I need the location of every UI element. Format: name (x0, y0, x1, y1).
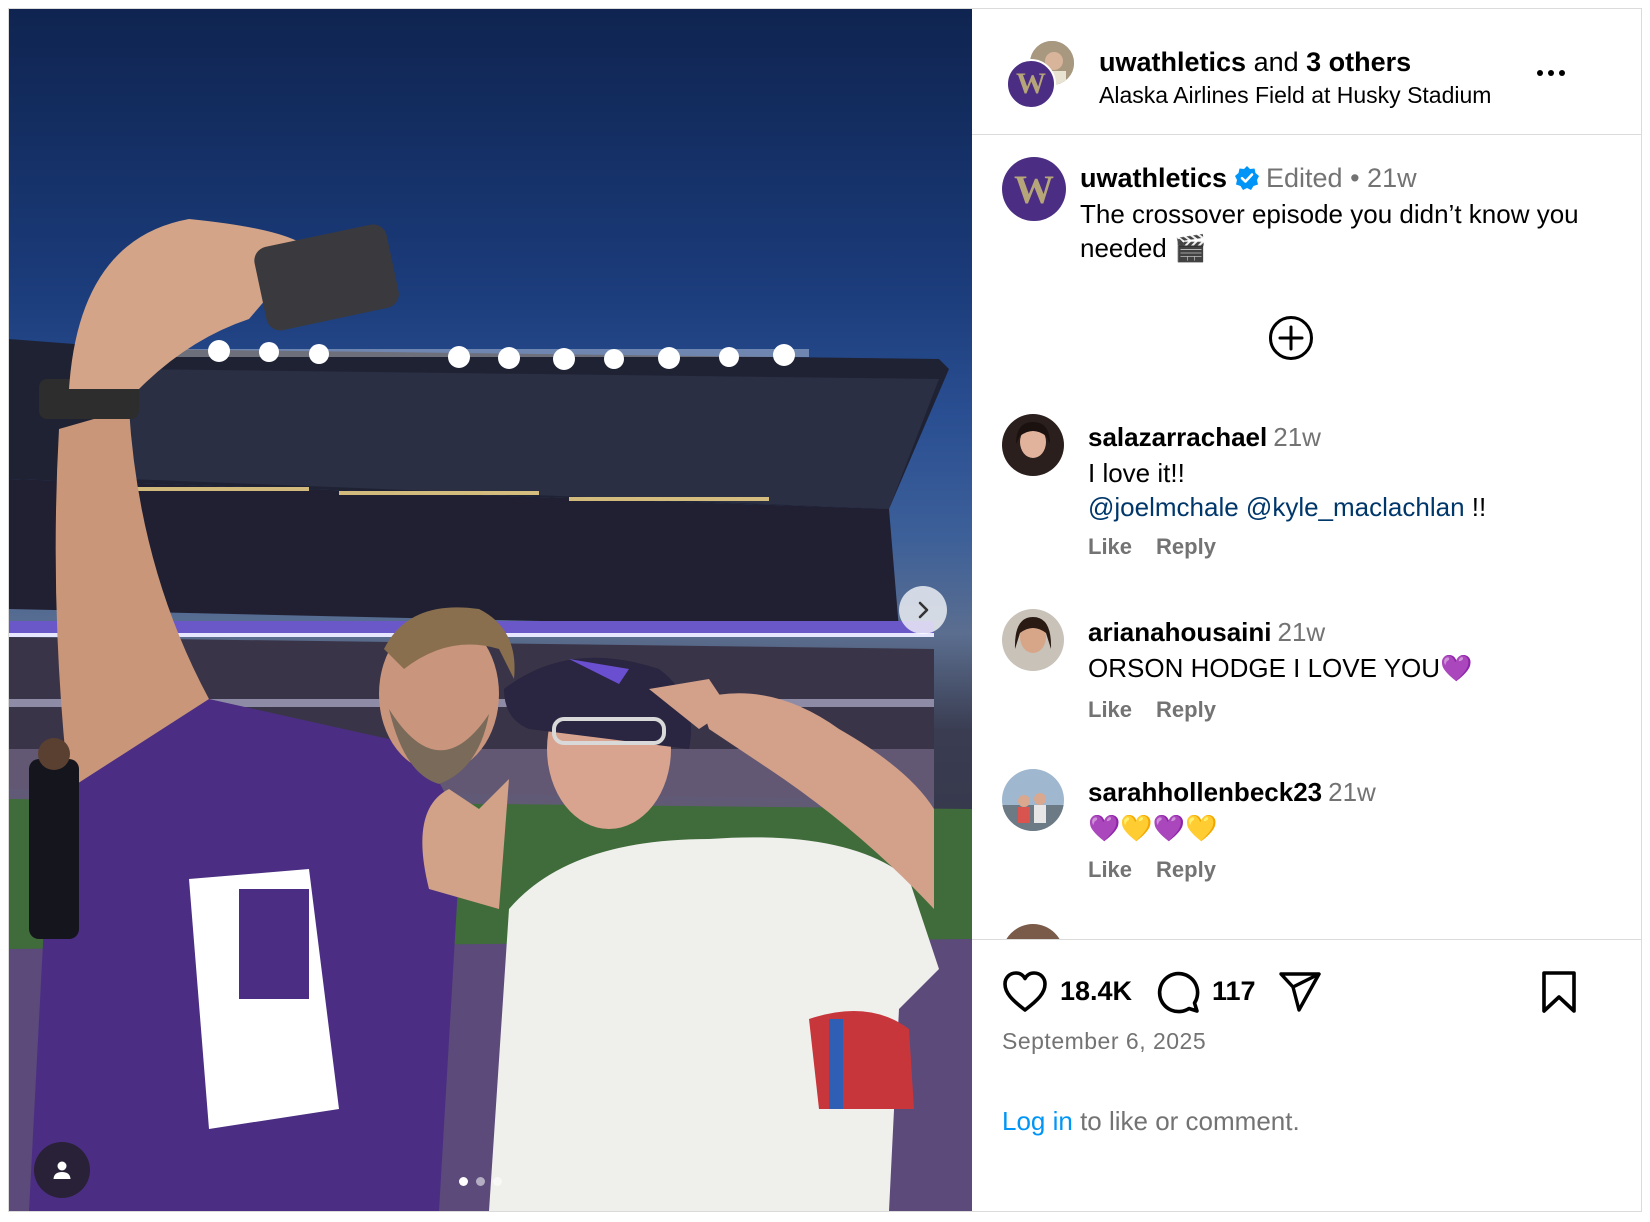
verified-badge-icon (1235, 166, 1259, 190)
w-logo: W (1014, 166, 1054, 212)
login-prompt: Log in to like or comment. (1002, 1106, 1300, 1137)
comment-mentions: @joelmchale @kyle_maclachlan !! (1088, 490, 1608, 524)
comment-header: arianahousaini 21w (1088, 617, 1325, 648)
caption-time: 21w (1367, 163, 1417, 193)
commenter-avatar[interactable] (1002, 769, 1064, 831)
commenter-avatar[interactable] (1002, 414, 1064, 476)
commenter-username[interactable]: arianahousaini (1088, 617, 1272, 647)
comment-text: I love it!! @joelmchale @kyle_maclachlan… (1088, 456, 1608, 524)
commenter-avatar[interactable] (1002, 609, 1064, 671)
comment-actions: Like Reply (1088, 857, 1216, 883)
post-photo[interactable] (9, 9, 972, 1211)
reply-button[interactable]: Reply (1156, 534, 1216, 560)
comment-time: 21w (1273, 422, 1321, 452)
mention-suffix: !! (1471, 492, 1487, 522)
post-authors: uwathletics and 3 others (1099, 47, 1411, 78)
comment-time: 21w (1277, 617, 1326, 647)
w-logo: W (1016, 67, 1046, 100)
uwathletics-avatar: W (1006, 59, 1056, 109)
others-link[interactable]: 3 others (1306, 47, 1411, 77)
comment-actions: Like Reply (1088, 697, 1216, 723)
heart-icon[interactable] (1002, 970, 1048, 1014)
mention-link[interactable]: @joelmchale (1088, 492, 1239, 522)
next-image-button[interactable] (899, 586, 947, 634)
share-icon[interactable] (1278, 970, 1322, 1014)
bookmark-icon[interactable] (1540, 970, 1578, 1014)
commenter-username[interactable]: salazarrachael (1088, 422, 1267, 452)
carousel-dot-1 (459, 1177, 468, 1186)
commenter-avatar[interactable] (1002, 924, 1064, 939)
more-dot-icon (1559, 70, 1565, 76)
post-date: September 6, 2025 (1002, 1028, 1207, 1054)
comment-icon[interactable] (1156, 970, 1200, 1014)
photo-scene (9, 219, 972, 1211)
collab-avatars[interactable]: W (1006, 39, 1076, 109)
like-count[interactable]: 18.4K (1060, 976, 1132, 1007)
more-options-button[interactable] (1537, 63, 1577, 83)
caption-username[interactable]: uwathletics (1080, 163, 1227, 194)
comment-body: 💜💛💜💛 (1088, 813, 1218, 843)
meta-separator: • (1350, 163, 1360, 193)
mention-link[interactable]: @kyle_maclachlan (1246, 492, 1465, 522)
like-comment-button[interactable]: Like (1088, 697, 1132, 723)
like-comment-button[interactable]: Like (1088, 857, 1132, 883)
carousel-indicator (459, 1177, 502, 1186)
commenter-photo (1002, 769, 1064, 831)
comment-actions: Like Reply (1088, 534, 1216, 560)
comment-time: 21w (1328, 777, 1376, 807)
tagged-users-button[interactable] (34, 1142, 90, 1198)
comment-header: sarahhollenbeck23 21w (1088, 777, 1376, 808)
comments-list[interactable]: salazarrachael 21w I love it!! @joelmchal… (972, 404, 1641, 939)
login-prompt-text: to like or comment. (1072, 1106, 1300, 1136)
caption-text: The crossover episode you didn’t know yo… (1080, 199, 1579, 263)
login-link[interactable]: Log in (1002, 1106, 1073, 1136)
post-sidebar: W uwathletics and 3 others Alaska Airlin… (972, 9, 1641, 1211)
comment-header: salazarrachael 21w (1088, 422, 1321, 453)
chevron-right-icon (918, 601, 929, 619)
carousel-dot-3 (493, 1177, 502, 1186)
caption-meta: Edited • 21w (1266, 163, 1417, 194)
carousel-dot-2 (476, 1177, 485, 1186)
edited-label: Edited (1266, 163, 1343, 193)
comment-count[interactable]: 117 (1212, 976, 1256, 1007)
commenter-photo (1002, 609, 1064, 671)
person-icon (53, 1161, 71, 1179)
like-comment-button[interactable]: Like (1088, 534, 1132, 560)
more-dot-icon (1548, 70, 1554, 76)
reply-button[interactable]: Reply (1156, 857, 1216, 883)
caption-avatar[interactable]: W (1002, 157, 1066, 221)
more-dot-icon (1537, 70, 1543, 76)
load-more-comments-icon[interactable] (1268, 315, 1314, 361)
reply-button[interactable]: Reply (1156, 697, 1216, 723)
comment-body: I love it!! (1088, 458, 1185, 488)
commenter-username[interactable]: sarahhollenbeck23 (1088, 777, 1322, 807)
post-dialog: W uwathletics and 3 others Alaska Airlin… (8, 8, 1642, 1212)
post-footer: 18.4K 117 September 6, 2025 Log in to li… (972, 939, 1641, 1211)
and-text: and (1253, 47, 1299, 77)
location-link[interactable]: Alaska Airlines Field at Husky Stadium (1099, 82, 1491, 109)
author-username-link[interactable]: uwathletics (1099, 47, 1246, 77)
post-header: W uwathletics and 3 others Alaska Airlin… (972, 9, 1641, 135)
comment-body: ORSON HODGE I LOVE YOU💜 (1088, 653, 1473, 683)
commenter-photo (1002, 414, 1064, 476)
